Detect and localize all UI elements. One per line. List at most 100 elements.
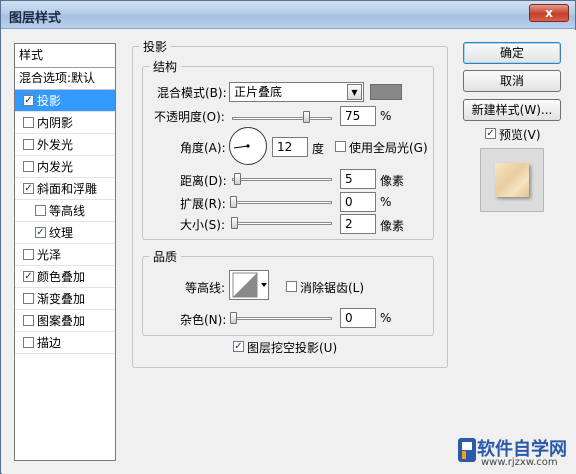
spread-slider-thumb[interactable]: [230, 196, 237, 208]
noise-label: 杂色(N):: [180, 313, 227, 327]
knockout-label: 图层挖空投影(U): [247, 341, 338, 355]
style-item[interactable]: ✓ 斜面和浮雕: [15, 178, 115, 200]
style-item[interactable]: 图案叠加: [15, 310, 115, 332]
preview-thumbnail: [480, 148, 544, 212]
contour-curve-icon: [232, 272, 267, 298]
blending-options-item[interactable]: 混合选项:默认: [15, 68, 115, 90]
style-item-checkbox[interactable]: [23, 249, 34, 260]
noise-input[interactable]: 0: [340, 308, 376, 328]
style-item[interactable]: 光泽: [15, 244, 115, 266]
style-item-label: 等高线: [49, 203, 86, 218]
blend-mode-value: 正片叠底: [234, 85, 283, 99]
style-item-checkbox[interactable]: [23, 315, 34, 326]
size-unit: 像素: [380, 219, 405, 233]
new-style-button[interactable]: 新建样式(W)...: [463, 99, 561, 121]
style-item[interactable]: ✓ 颜色叠加: [15, 266, 115, 288]
style-item-label: 外发光: [37, 137, 74, 152]
global-light-checkbox[interactable]: [335, 141, 346, 152]
opacity-slider-thumb[interactable]: [303, 111, 310, 123]
style-item-checkbox[interactable]: ✓: [23, 271, 34, 282]
antialias-checkbox[interactable]: [286, 281, 297, 292]
watermark-logo: 软件自学网 www.rjzxw.com: [457, 435, 575, 473]
size-slider-thumb[interactable]: [231, 217, 238, 229]
style-item-label: 图案叠加: [37, 313, 86, 328]
shadow-color-swatch[interactable]: [370, 84, 402, 100]
style-item-checkbox[interactable]: [23, 293, 34, 304]
style-item[interactable]: ✓ 投影: [15, 90, 115, 112]
style-item-label: 内发光: [37, 159, 74, 174]
style-item[interactable]: 等高线: [15, 200, 115, 222]
contour-label: 等高线:: [185, 281, 226, 295]
structure-title: 结构: [153, 60, 178, 74]
style-item-label: 光泽: [37, 247, 62, 262]
chevron-down-icon: ▼: [347, 84, 362, 100]
opacity-label: 不透明度(O):: [154, 110, 225, 124]
watermark-r-icon: [458, 438, 476, 462]
opacity-unit: %: [380, 109, 392, 123]
title-bar: 图层样式 x: [1, 1, 575, 29]
style-item[interactable]: ✓ 纹理: [15, 222, 115, 244]
angle-label: 角度(A):: [180, 141, 226, 155]
style-item-checkbox[interactable]: ✓: [23, 183, 34, 194]
style-item-checkbox[interactable]: [23, 337, 34, 348]
drop-shadow-title: 投影: [143, 40, 168, 54]
distance-slider[interactable]: [232, 178, 332, 181]
distance-slider-thumb[interactable]: [234, 173, 241, 185]
spread-unit: %: [380, 195, 392, 209]
style-item-checkbox[interactable]: [35, 205, 46, 216]
style-item-label: 纹理: [49, 225, 74, 240]
spread-label: 扩展(R):: [180, 197, 226, 211]
styles-header[interactable]: 样式: [15, 44, 115, 68]
style-item-checkbox[interactable]: [23, 117, 34, 128]
opacity-slider[interactable]: [232, 117, 332, 120]
size-slider[interactable]: [232, 222, 332, 225]
distance-input[interactable]: 5: [340, 169, 376, 189]
style-item-label: 投影: [37, 93, 62, 108]
style-item-checkbox[interactable]: ✓: [35, 227, 46, 238]
preview-swatch: [495, 163, 529, 197]
preview-label: 预览(V): [499, 128, 541, 142]
noise-slider[interactable]: [232, 317, 332, 320]
style-item[interactable]: 渐变叠加: [15, 288, 115, 310]
opacity-input[interactable]: 75: [340, 106, 376, 126]
style-item-checkbox[interactable]: [23, 161, 34, 172]
style-items: ✓ 投影 内阴影 外发光 内发光 ✓ 斜面和浮雕 等高线 ✓ 纹理 光泽 ✓ 颜色叠加 渐变叠加 图案叠加描…: [15, 90, 115, 354]
angle-input[interactable]: 12: [272, 137, 308, 157]
style-item[interactable]: 描边: [15, 332, 115, 354]
layer-style-dialog: 图层样式 x 样式 混合选项:默认 ✓ 投影 内阴影 外发光 内发光 ✓ 斜面和浮雕 等高线 ✓…: [0, 0, 576, 474]
style-item-label: 内阴影: [37, 115, 74, 130]
cancel-button[interactable]: 取消: [463, 70, 561, 92]
distance-label: 距离(D):: [180, 174, 227, 188]
dialog-content: 样式 混合选项:默认 ✓ 投影 内阴影 外发光 内发光 ✓ 斜面和浮雕 等高线 ✓ 纹理 光泽 ✓ 颜色…: [2, 30, 576, 474]
spread-slider[interactable]: [232, 201, 332, 204]
global-light-label: 使用全局光(G): [349, 141, 428, 155]
size-input[interactable]: 2: [340, 214, 376, 234]
style-item[interactable]: 外发光: [15, 134, 115, 156]
style-item-label: 描边: [37, 335, 62, 350]
preview-checkbox[interactable]: ✓: [485, 128, 496, 139]
contour-picker[interactable]: [229, 270, 269, 300]
noise-slider-thumb[interactable]: [230, 312, 237, 324]
style-item-checkbox[interactable]: [23, 139, 34, 150]
blend-mode-select[interactable]: 正片叠底 ▼: [229, 82, 364, 102]
distance-unit: 像素: [380, 174, 405, 188]
style-item-label: 颜色叠加: [37, 269, 86, 284]
style-item-label: 渐变叠加: [37, 291, 86, 306]
watermark-sub: www.rjzxw.com: [481, 457, 558, 468]
angle-needle-icon: [233, 144, 250, 149]
knockout-checkbox[interactable]: ✓: [233, 341, 244, 352]
style-item-checkbox[interactable]: ✓: [23, 95, 34, 106]
style-item[interactable]: 内发光: [15, 156, 115, 178]
ok-button[interactable]: 确定: [463, 42, 561, 64]
antialias-label: 消除锯齿(L): [300, 281, 365, 295]
quality-title: 品质: [153, 250, 178, 264]
angle-unit: 度: [312, 142, 325, 156]
styles-list: 样式 混合选项:默认 ✓ 投影 内阴影 外发光 内发光 ✓ 斜面和浮雕 等高线 ✓ 纹理 光泽 ✓ 颜色…: [14, 43, 116, 461]
size-label: 大小(S):: [180, 218, 226, 232]
close-button[interactable]: x: [529, 4, 569, 22]
angle-dial[interactable]: [229, 127, 267, 165]
style-item[interactable]: 内阴影: [15, 112, 115, 134]
window-title: 图层样式: [9, 11, 62, 26]
spread-input[interactable]: 0: [340, 192, 376, 212]
blend-mode-label: 混合模式(B):: [157, 86, 227, 100]
